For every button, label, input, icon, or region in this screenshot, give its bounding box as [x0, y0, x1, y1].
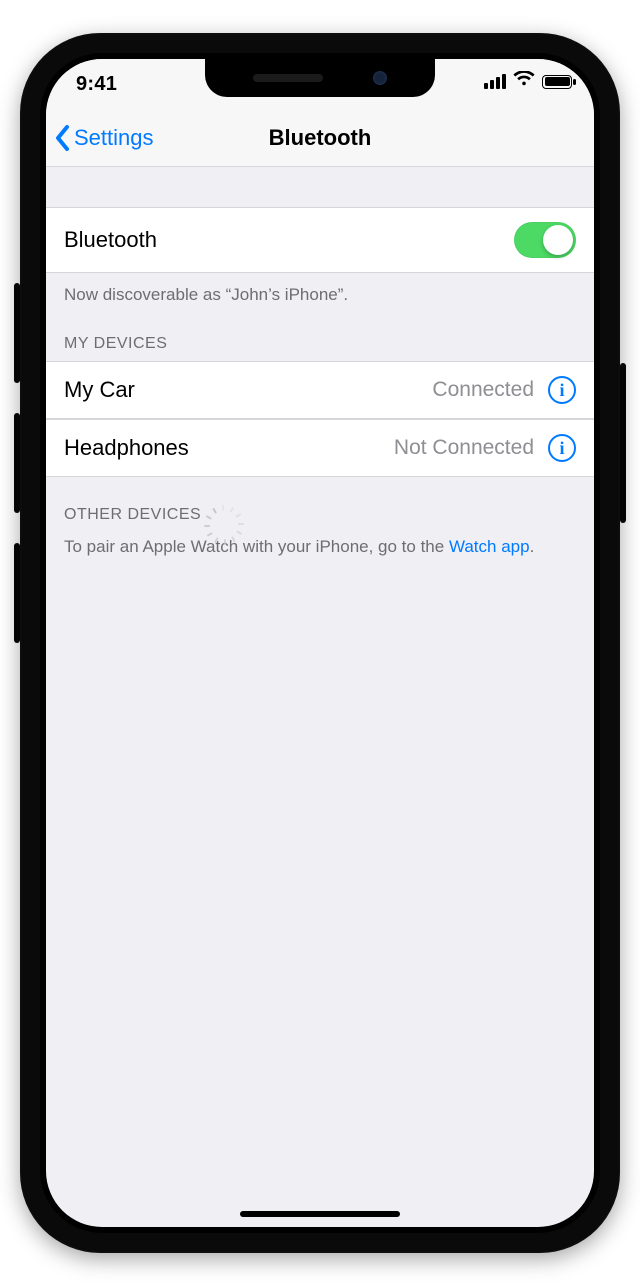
bluetooth-toggle-row: Bluetooth: [46, 207, 594, 273]
phone-bezel: 9:41 Settings Bluetooth: [40, 53, 600, 1233]
toggle-knob: [543, 225, 573, 255]
section-other-devices-label: OTHER DEVICES: [64, 506, 201, 524]
back-label: Settings: [74, 125, 154, 151]
info-icon[interactable]: i: [548, 434, 576, 462]
phone-frame: 9:41 Settings Bluetooth: [20, 33, 620, 1253]
info-icon[interactable]: i: [548, 376, 576, 404]
device-status: Not Connected: [394, 436, 534, 460]
wifi-icon: [513, 71, 535, 92]
device-name: My Car: [64, 377, 135, 403]
watch-app-link[interactable]: Watch app: [449, 537, 530, 556]
pair-watch-period: .: [530, 537, 535, 556]
device-row-my-car[interactable]: My Car Connected i: [46, 361, 594, 419]
spinner-icon: [213, 505, 233, 525]
section-my-devices-label: MY DEVICES: [64, 335, 167, 353]
notch: [205, 59, 435, 97]
back-button[interactable]: Settings: [54, 109, 154, 166]
cellular-signal-icon: [484, 74, 506, 89]
battery-icon: [542, 75, 572, 89]
device-status: Connected: [432, 378, 534, 402]
page-title: Bluetooth: [269, 125, 372, 151]
bluetooth-label: Bluetooth: [64, 227, 157, 253]
chevron-left-icon: [54, 124, 72, 152]
front-camera: [373, 71, 387, 85]
home-indicator[interactable]: [240, 1211, 400, 1217]
bluetooth-toggle[interactable]: [514, 222, 576, 258]
screen: 9:41 Settings Bluetooth: [46, 59, 594, 1227]
earpiece-speaker: [253, 74, 323, 82]
section-other-devices: OTHER DEVICES: [46, 477, 594, 533]
section-my-devices: MY DEVICES: [46, 307, 594, 361]
device-name: Headphones: [64, 435, 189, 461]
pair-watch-text: To pair an Apple Watch with your iPhone,…: [64, 537, 449, 556]
discoverable-footer: Now discoverable as “John’s iPhone”.: [46, 273, 594, 307]
device-row-headphones[interactable]: Headphones Not Connected i: [46, 419, 594, 477]
status-time: 9:41: [76, 73, 117, 96]
nav-header: Settings Bluetooth: [46, 109, 594, 167]
pair-watch-footer: To pair an Apple Watch with your iPhone,…: [46, 533, 594, 559]
